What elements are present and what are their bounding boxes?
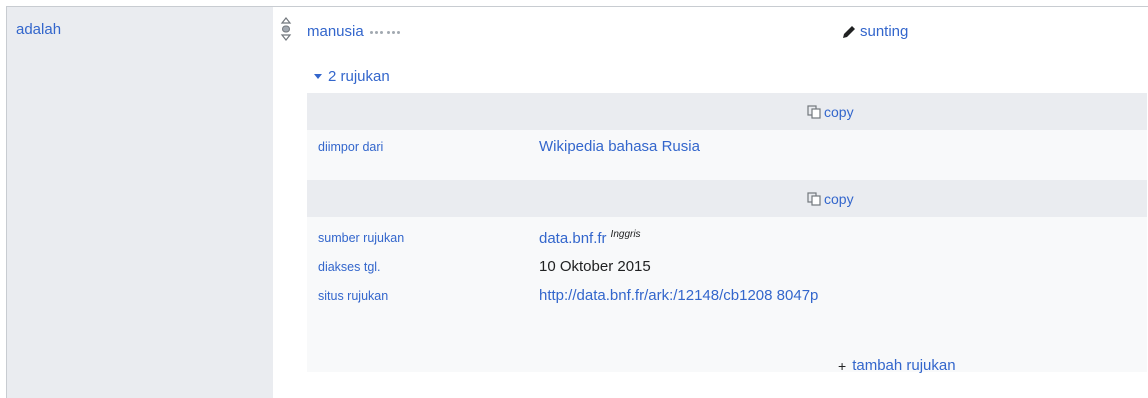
qualifier-dots-icon xyxy=(370,26,400,34)
reference-row: diimpor dari Wikipedia bahasa Rusia xyxy=(307,138,1147,155)
reference-key[interactable]: diimpor dari xyxy=(307,138,539,155)
statement-group: adalah manusia sunting 2 rujukan copy di… xyxy=(6,6,1148,398)
language-tag: Inggris xyxy=(610,229,641,240)
property-label[interactable]: adalah xyxy=(16,21,61,38)
property-column: adalah xyxy=(7,7,273,398)
reference-header: copy xyxy=(307,93,1147,130)
reference-key[interactable]: sumber rujukan xyxy=(307,229,539,258)
references-toggle-label: 2 rujukan xyxy=(328,68,390,85)
reference-value-link[interactable]: Wikipedia bahasa Rusia xyxy=(539,138,700,155)
references-toggle[interactable]: 2 rujukan xyxy=(314,68,390,85)
reference-row: diakses tgl. 10 Oktober 2015 xyxy=(307,258,1147,287)
chevron-down-icon xyxy=(314,74,322,79)
plus-icon: + xyxy=(838,357,847,374)
reference-header: copy xyxy=(307,180,1147,217)
rank-normal-icon[interactable] xyxy=(280,17,292,41)
edit-button[interactable]: sunting xyxy=(841,23,908,40)
pencil-icon xyxy=(843,25,855,38)
copy-label: copy xyxy=(824,191,854,207)
copy-icon xyxy=(807,105,821,119)
add-reference-button[interactable]: + tambah rujukan xyxy=(838,357,956,374)
reference-value: 10 Oktober 2015 xyxy=(539,258,651,275)
reference-value: http://data.bnf.fr/ark:/12148/cb1208 804… xyxy=(539,287,829,304)
reference-body: sumber rujukan data.bnf.fr Inggris diakse… xyxy=(307,217,1147,372)
reference-block: copy diimpor dari Wikipedia bahasa Rusia xyxy=(307,93,1147,180)
statement-value-column: manusia sunting 2 rujukan copy diimpor d… xyxy=(273,7,1148,398)
add-reference-label: tambah rujukan xyxy=(852,357,956,374)
statement-value[interactable]: manusia xyxy=(307,23,364,40)
edit-label: sunting xyxy=(860,23,909,40)
reference-value-link[interactable]: http://data.bnf.fr/ark:/12148/cb1208 804… xyxy=(539,287,818,304)
copy-icon xyxy=(807,192,821,206)
reference-row: sumber rujukan data.bnf.fr Inggris xyxy=(307,229,1147,258)
reference-key[interactable]: diakses tgl. xyxy=(307,258,539,287)
reference-body: diimpor dari Wikipedia bahasa Rusia xyxy=(307,130,1147,180)
reference-value: data.bnf.fr Inggris xyxy=(539,229,641,258)
reference-value-link[interactable]: data.bnf.fr xyxy=(539,230,607,247)
copy-button[interactable]: copy xyxy=(807,191,854,207)
copy-label: copy xyxy=(824,104,854,120)
reference-value: Wikipedia bahasa Rusia xyxy=(539,138,700,155)
reference-key[interactable]: situs rujukan xyxy=(307,287,539,304)
copy-button[interactable]: copy xyxy=(807,104,854,120)
reference-row: situs rujukan http://data.bnf.fr/ark:/12… xyxy=(307,287,1147,304)
reference-block: copy sumber rujukan data.bnf.fr Inggris d… xyxy=(307,180,1147,372)
